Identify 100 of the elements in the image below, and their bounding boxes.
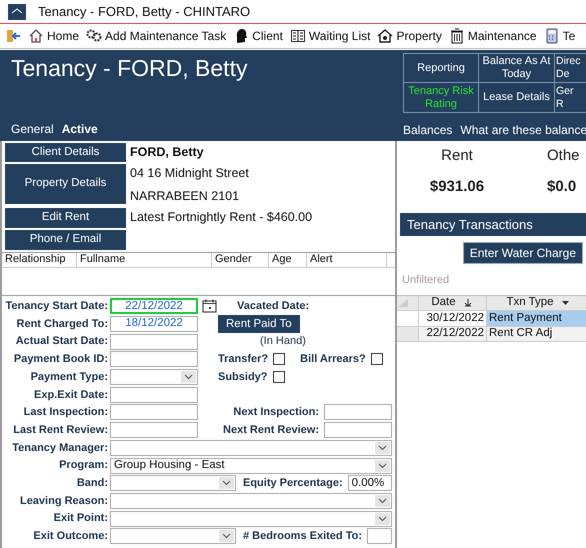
- nav-button[interactable]: Lease Details: [479, 83, 555, 113]
- field-label: Band:: [76, 476, 109, 491]
- caret-icon: [378, 498, 387, 504]
- field-label: Exp.Exit Date:: [33, 388, 109, 403]
- client-name: FORD, Betty: [130, 144, 204, 162]
- balance-amount: $931.06: [430, 176, 484, 196]
- client-info: Latest Fortnightly Rent - $460.00: [130, 209, 312, 226]
- dropdown-field[interactable]: [110, 528, 236, 544]
- nav-button[interactable]: Phone / Email: [5, 230, 126, 250]
- rent-paid-button[interactable]: Rent Paid To: [218, 315, 300, 334]
- toolbar-button[interactable]: Maintenance: [446, 27, 540, 45]
- gears-icon: [86, 28, 102, 44]
- table-cell: 22/12/2022: [419, 326, 487, 341]
- field-label: Tenancy Start Date:: [4, 299, 109, 314]
- input-field[interactable]: [366, 528, 392, 544]
- nav-button[interactable]: Ger R: [555, 83, 586, 113]
- toolbar-button[interactable]: Add Maintenance Task: [83, 27, 230, 45]
- field-label: Equity Percentage:: [243, 476, 343, 491]
- field-label: Payment Book ID:: [12, 352, 109, 368]
- column-header: Fullname: [77, 252, 212, 266]
- dropdown-field[interactable]: [110, 492, 392, 509]
- nav-button[interactable]: Reporting: [403, 53, 479, 83]
- water-charge-button[interactable]: Enter Water Charge: [462, 242, 583, 264]
- field-label: Vacated Date:: [237, 299, 310, 314]
- toolbar-button[interactable]: Property: [374, 27, 445, 45]
- input-field[interactable]: [110, 386, 198, 403]
- input-field[interactable]: [110, 404, 198, 420]
- nav-button[interactable]: Client Details: [5, 143, 126, 162]
- calendar-icon[interactable]: [202, 299, 217, 314]
- field-label: Exit Point:: [52, 511, 109, 526]
- toolbar-button[interactable]: Waiting List: [286, 27, 374, 45]
- nav-button[interactable]: Edit Rent: [5, 208, 126, 228]
- field-label: Next Inspection:: [232, 405, 319, 420]
- page-title: Tenancy - FORD, Betty: [11, 54, 248, 82]
- dropdown-field[interactable]: [110, 475, 236, 492]
- field-label: Program:: [58, 458, 109, 474]
- field-label: Tenancy Manager:: [11, 440, 109, 456]
- toolbar-button[interactable]: Home: [25, 27, 82, 45]
- table-row[interactable]: 30/12/2022 Rent Payment: [397, 311, 586, 326]
- input-field[interactable]: 0.00%: [348, 475, 392, 492]
- status-label: Active: [62, 121, 98, 138]
- input-field[interactable]: [110, 334, 198, 350]
- checkbox-label: Transfer?: [218, 352, 268, 368]
- balance-amount: $0.0: [547, 176, 576, 196]
- select-all-icon[interactable]: [397, 298, 409, 308]
- input-field[interactable]: [110, 351, 198, 368]
- field-label: # Bedrooms Exited To:: [243, 529, 362, 544]
- checkbox[interactable]: [273, 353, 286, 366]
- caret-icon: [222, 480, 231, 486]
- section-header: Tenancy Transactions: [400, 213, 586, 236]
- dropdown-field[interactable]: [110, 369, 198, 386]
- balances-label: Balances: [403, 122, 452, 139]
- calculator-icon: [544, 28, 560, 44]
- input-field[interactable]: [324, 404, 392, 420]
- column-header[interactable]: Date: [419, 296, 487, 310]
- book-icon: [290, 28, 306, 44]
- caret-icon: [378, 516, 387, 522]
- checkbox[interactable]: [272, 371, 285, 384]
- checkbox-label: Bill Arrears?: [300, 352, 366, 368]
- dropdown-field[interactable]: [110, 510, 392, 527]
- field-label: Exit Outcome:: [32, 529, 109, 544]
- dropdown-field[interactable]: [110, 440, 392, 456]
- field-label: Payment Type:: [30, 370, 109, 385]
- input-field[interactable]: [324, 422, 392, 438]
- house-icon: [377, 28, 394, 44]
- trash-icon: [448, 28, 465, 44]
- caret-icon: [378, 444, 387, 451]
- client-info: NARRABEEN 2101: [130, 188, 240, 205]
- dropdown-field[interactable]: Group Housing - East: [110, 458, 392, 474]
- checkbox-label: Subsidy?: [218, 370, 268, 385]
- date-field[interactable]: 18/12/2022: [110, 316, 198, 332]
- table-row[interactable]: 22/12/2022 Rent CR Adj: [397, 326, 586, 342]
- nav-button[interactable]: Direc De: [555, 53, 586, 83]
- date-field[interactable]: 22/12/2022: [110, 298, 198, 314]
- balance-label: Rent: [441, 146, 473, 166]
- client-info: 04 16 Midnight Street: [130, 165, 249, 182]
- caret-icon: [378, 462, 387, 469]
- toolbar-button[interactable]: Te: [540, 27, 578, 45]
- field-label: Rent Charged To:: [16, 316, 109, 332]
- column-header[interactable]: Txn Type: [487, 296, 586, 310]
- section-label: General: [11, 121, 54, 138]
- field-label: Actual Start Date:: [14, 334, 109, 350]
- input-field[interactable]: [110, 422, 198, 438]
- table-cell: Rent CR Adj: [487, 326, 586, 341]
- app-logo-icon: [8, 4, 26, 20]
- nav-button[interactable]: Balance As At Today: [479, 53, 555, 83]
- checkbox[interactable]: [370, 353, 383, 366]
- balance-label: Othe: [547, 146, 580, 166]
- nav-button[interactable]: Property Details: [5, 164, 126, 204]
- sort-arrow-icon[interactable]: [464, 298, 472, 307]
- toolbar-button[interactable]: Client: [230, 27, 286, 45]
- table-cell: Rent Payment: [487, 311, 586, 326]
- caret-icon: [184, 374, 193, 380]
- filter-status: Unfiltered: [401, 273, 450, 288]
- caret-icon: [222, 533, 231, 540]
- house-icon: [28, 28, 44, 44]
- field-label: Leaving Reason:: [18, 494, 109, 509]
- caret-icon[interactable]: [562, 300, 569, 305]
- nav-button[interactable]: Tenancy Risk Rating: [403, 83, 479, 113]
- column-header: Relationship: [2, 252, 77, 266]
